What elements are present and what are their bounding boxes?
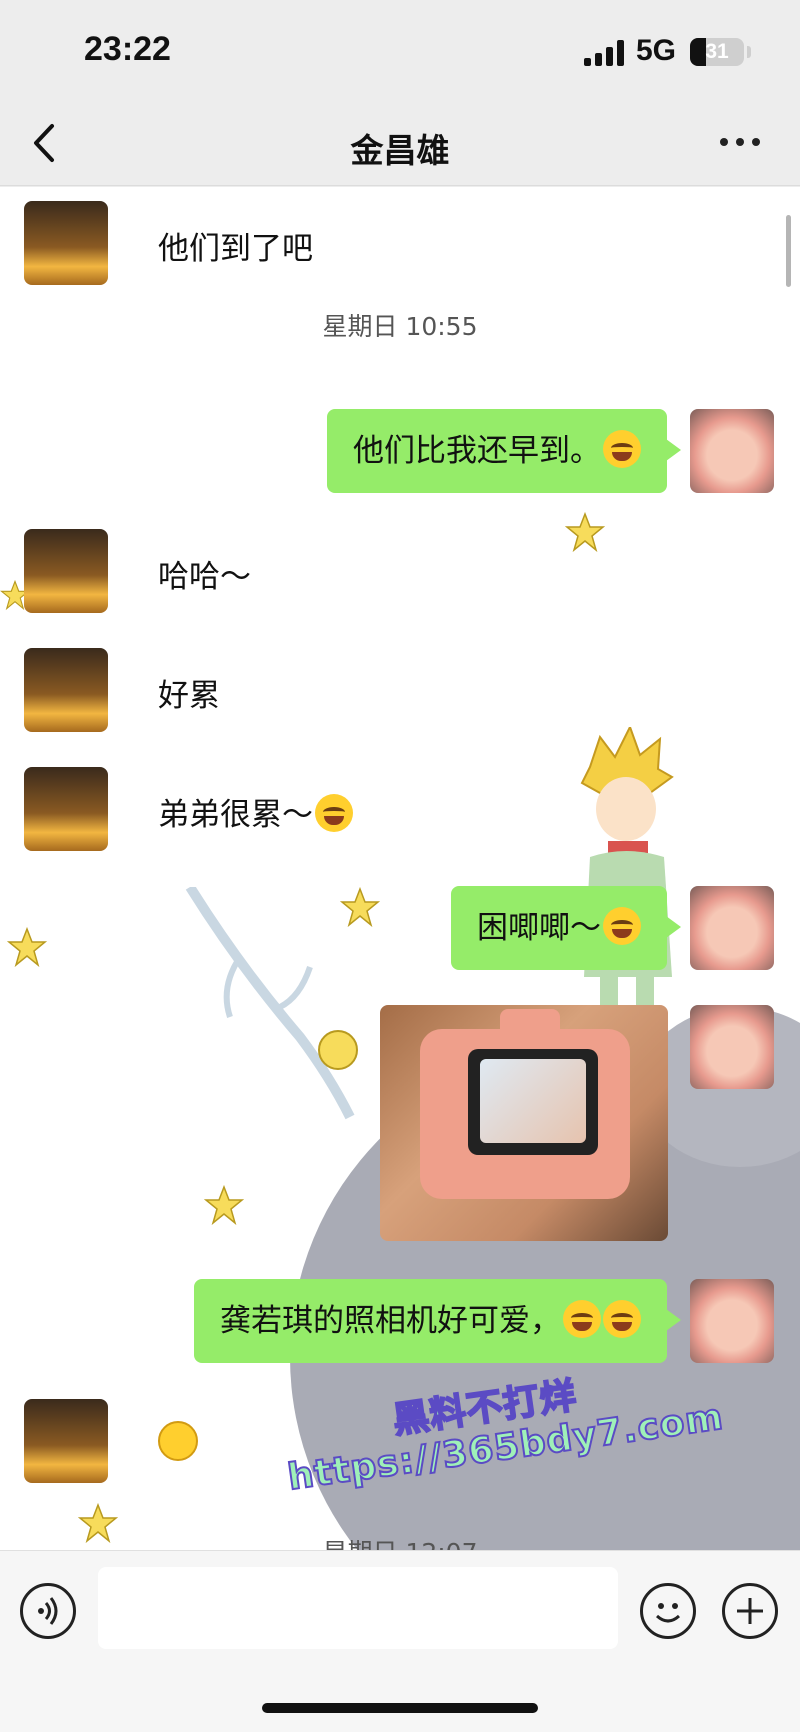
star-decoration — [6, 927, 48, 967]
my-avatar[interactable] — [690, 886, 774, 970]
voice-button[interactable] — [20, 1583, 76, 1639]
star-decoration — [339, 887, 381, 927]
contact-avatar[interactable] — [24, 201, 108, 285]
shy-face-icon — [158, 1421, 198, 1461]
emoji-button[interactable] — [640, 1583, 696, 1639]
nav-bar: 金昌雄 — [0, 100, 800, 186]
contact-avatar[interactable] — [24, 767, 108, 851]
message-text-content: 弟弟很累～ — [158, 797, 313, 833]
chat-title: 金昌雄 — [350, 131, 450, 170]
plus-button[interactable] — [722, 1583, 778, 1639]
status-bar: 23:22 5G 31 — [0, 0, 800, 100]
message-bubble-me[interactable]: 他们比我还早到。 — [327, 409, 681, 493]
laughing-tears-icon — [603, 1300, 641, 1338]
timestamp: 星期日 12:07 — [0, 1533, 800, 1550]
status-time: 23:22 — [84, 30, 171, 68]
signal-icon — [584, 40, 626, 66]
battery-icon: 31 — [690, 38, 744, 66]
message-bubble-me[interactable]: 龚若琪的照相机好可爱， — [194, 1279, 681, 1363]
moon-decoration — [318, 1030, 358, 1070]
input-bar — [0, 1550, 800, 1732]
plus-icon — [737, 1598, 763, 1624]
message-text: 他们比我还早到。 — [353, 433, 601, 469]
grinning-icon — [315, 794, 353, 832]
laughing-tears-icon — [563, 1300, 601, 1338]
my-avatar[interactable] — [690, 1005, 774, 1089]
my-avatar[interactable] — [690, 1279, 774, 1363]
chat-area[interactable]: 他们到了吧 星期日 10:55 他们比我还早到。 哈哈～ 好累 弟弟很累～ 困唧… — [0, 187, 800, 1550]
camera-photo-inner — [480, 1059, 586, 1143]
battery-tip — [747, 46, 751, 58]
star-decoration — [565, 512, 605, 552]
my-avatar[interactable] — [690, 409, 774, 493]
message-text: 困唧唧～ — [477, 910, 601, 946]
contact-avatar[interactable] — [24, 1399, 108, 1483]
message-text: 弟弟很累～ — [158, 789, 353, 834]
emoji-icon — [655, 1603, 681, 1623]
message-text: 龚若琪的照相机好可爱， — [220, 1303, 561, 1339]
message-text: 他们到了吧 — [158, 231, 313, 267]
image-message[interactable] — [380, 1005, 668, 1241]
message-bubble-me[interactable]: 困唧唧～ — [451, 886, 681, 970]
message-text: 好累 — [158, 678, 220, 714]
contact-avatar[interactable] — [24, 529, 108, 613]
laughing-tears-icon — [603, 430, 641, 468]
message-input[interactable] — [98, 1567, 618, 1649]
battery-level: 31 — [705, 40, 729, 63]
message-text: 哈哈～ — [158, 559, 251, 595]
contact-avatar[interactable] — [24, 648, 108, 732]
voice-icon — [38, 1597, 58, 1625]
camera-photo-top — [500, 1009, 560, 1039]
more-button[interactable] — [720, 132, 764, 152]
scrollbar[interactable] — [786, 215, 791, 287]
network-type: 5G — [636, 34, 677, 67]
home-indicator[interactable] — [262, 1703, 538, 1713]
laughing-tears-icon — [603, 907, 641, 945]
timestamp: 星期日 10:55 — [322, 312, 478, 341]
star-decoration — [204, 1185, 244, 1225]
